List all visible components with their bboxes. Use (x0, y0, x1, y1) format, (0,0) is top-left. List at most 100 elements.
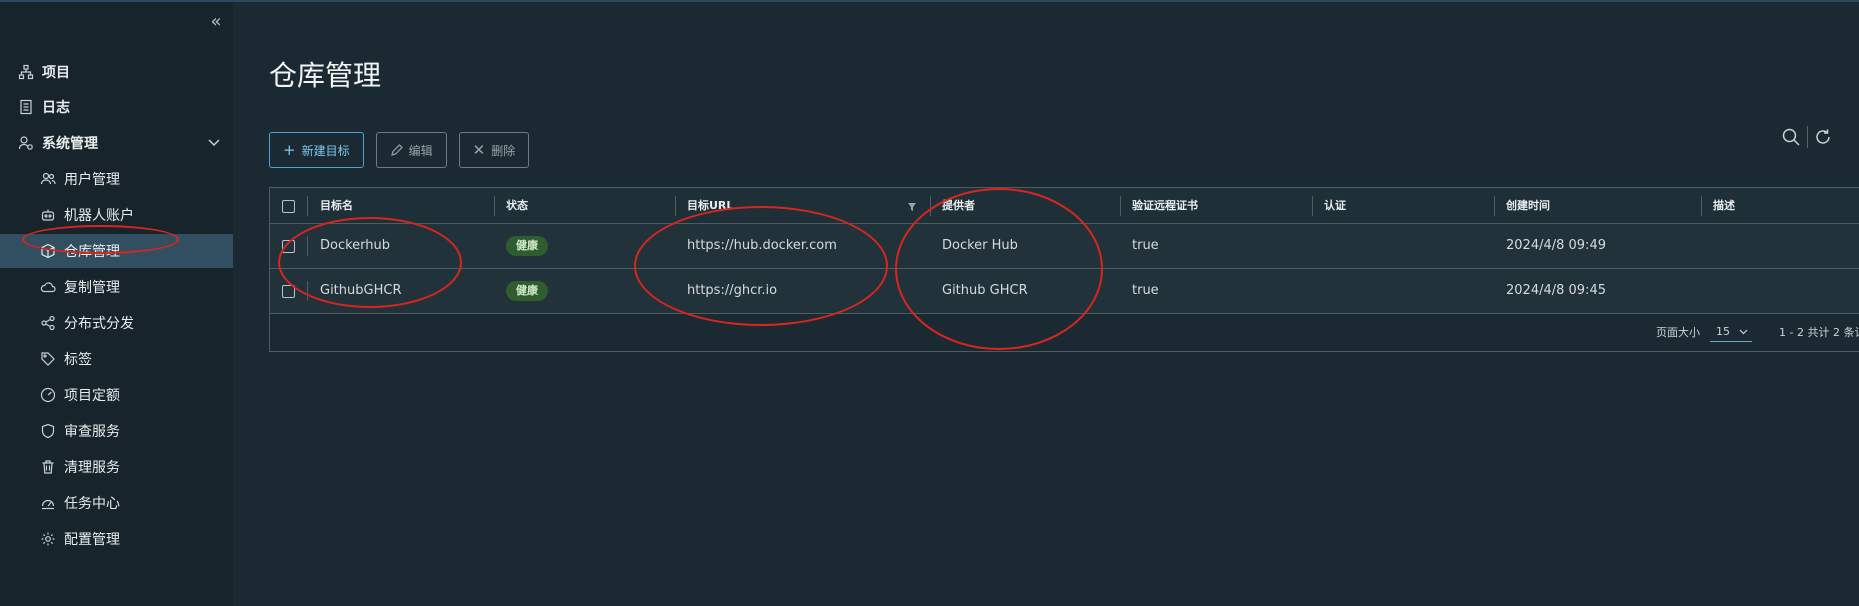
sidebar-item-users[interactable]: 用户管理 (0, 162, 233, 196)
sidebar-item-label: 复制管理 (64, 280, 120, 296)
sidebar-item-admin[interactable]: 系统管理 (0, 126, 233, 160)
sidebar-item-label: 用户管理 (64, 172, 120, 188)
cell-verify-cert: true (1132, 283, 1159, 298)
sidebar-item-projects[interactable]: 项目 (0, 55, 233, 89)
sidebar-item-label: 任务中心 (64, 496, 120, 512)
new-endpoint-button[interactable]: + 新建目标 (269, 132, 364, 168)
column-divider (494, 196, 495, 216)
cell-verify-cert: true (1132, 238, 1159, 253)
robot-icon (41, 209, 55, 221)
table-row[interactable]: GithubGHCR 健康 https://ghcr.io Github GHC… (270, 269, 1859, 314)
select-all-checkbox[interactable] (282, 200, 295, 213)
column-divider (930, 196, 931, 216)
chevron-down-icon (1739, 329, 1748, 335)
sidebar-item-distribution[interactable]: 分布式分发 (0, 306, 233, 340)
pagination-summary: 1 - 2 共计 2 条记录 (1779, 326, 1859, 339)
edit-label: 编辑 (408, 143, 433, 158)
sidebar-item-label: 审查服务 (64, 424, 120, 440)
column-header-auth[interactable]: 认证 (1324, 188, 1346, 224)
collapse-sidebar-icon[interactable]: « (206, 12, 226, 32)
close-icon: ✕ (472, 141, 486, 159)
sidebar-item-label: 配置管理 (64, 532, 120, 548)
table-row[interactable]: Dockerhub 健康 https://hub.docker.com Dock… (270, 224, 1859, 269)
quota-icon (40, 387, 56, 403)
sidebar-item-configuration[interactable]: 配置管理 (0, 522, 233, 556)
page-title: 仓库管理 (269, 59, 382, 92)
cell-provider: Docker Hub (942, 238, 1018, 253)
status-badge: 健康 (506, 236, 548, 256)
sidebar-item-logs[interactable]: 日志 (0, 90, 233, 124)
delete-button[interactable]: ✕ 删除 (458, 132, 530, 168)
sidebar-item-label: 机器人账户 (64, 208, 134, 224)
sidebar-item-label: 日志 (42, 100, 70, 116)
project-icon (18, 64, 34, 80)
cell-name: Dockerhub (320, 238, 391, 253)
new-endpoint-label: 新建目标 (301, 143, 350, 158)
sidebar-item-label: 清理服务 (64, 460, 120, 476)
sidebar-item-label: 仓库管理 (64, 244, 120, 260)
column-header-description[interactable]: 描述 (1713, 188, 1735, 224)
column-divider (1120, 196, 1121, 216)
column-divider (1312, 196, 1313, 216)
cell-created: 2024/4/8 09:45 (1506, 283, 1606, 298)
sidebar-item-label: 标签 (64, 352, 92, 368)
column-header-url[interactable]: 目标URL (687, 188, 733, 224)
column-divider (1494, 196, 1495, 216)
column-divider (307, 281, 308, 301)
column-header-verify-cert[interactable]: 验证远程证书 (1132, 188, 1198, 224)
search-icon[interactable] (1781, 127, 1801, 147)
page-size-select[interactable]: 15 (1710, 322, 1752, 342)
sidebar-item-cleanup[interactable]: 清理服务 (0, 450, 233, 484)
tag-icon (41, 352, 55, 366)
sidebar-item-scanners[interactable]: 审查服务 (0, 414, 233, 448)
sidebar-item-registries[interactable]: 仓库管理 (0, 234, 233, 268)
column-divider (1701, 196, 1702, 216)
registry-icon (41, 243, 55, 259)
column-divider (675, 196, 676, 216)
row-checkbox[interactable] (282, 240, 295, 253)
sidebar-item-replication[interactable]: 复制管理 (0, 270, 233, 304)
status-badge: 健康 (506, 281, 548, 301)
delete-label: 删除 (491, 143, 516, 158)
grid-actions (1781, 126, 1832, 148)
log-icon (20, 99, 32, 115)
column-header-provider[interactable]: 提供者 (942, 188, 975, 224)
refresh-icon[interactable] (1814, 128, 1832, 146)
sidebar-item-label: 分布式分发 (64, 316, 134, 332)
cell-url: https://hub.docker.com (687, 238, 837, 253)
top-accent-line (0, 0, 1859, 2)
pencil-icon (390, 144, 403, 156)
page-size-label: 页面大小 (1656, 326, 1700, 339)
sidebar-item-labels[interactable]: 标签 (0, 342, 233, 376)
shield-icon (41, 423, 55, 439)
sidebar-item-quotas[interactable]: 项目定额 (0, 378, 233, 412)
edit-button[interactable]: 编辑 (375, 132, 447, 168)
cell-url: https://ghcr.io (687, 283, 778, 298)
column-header-status[interactable]: 状态 (506, 188, 528, 224)
users-icon (40, 172, 56, 185)
page-size-value: 15 (1716, 325, 1730, 338)
cell-created: 2024/4/8 09:49 (1506, 238, 1606, 253)
column-header-name[interactable]: 目标名 (320, 188, 353, 224)
toolbar: + 新建目标 编辑 ✕ 删除 (269, 132, 530, 168)
row-checkbox[interactable] (282, 285, 295, 298)
sidebar-item-robots[interactable]: 机器人账户 (0, 198, 233, 232)
endpoints-table: 目标名 状态 目标URL 提供者 验证远程证书 认证 创建时间 描述 Docke… (269, 187, 1859, 352)
filter-icon[interactable] (907, 202, 917, 212)
column-divider (307, 236, 308, 256)
share-icon (41, 315, 55, 331)
dashboard-icon (41, 499, 55, 510)
chevron-down-icon[interactable] (207, 135, 221, 149)
sidebar-item-label: 项目 (42, 65, 70, 81)
table-footer: 页面大小 15 1 - 2 共计 2 条记录 (270, 314, 1859, 351)
cloud-icon (40, 282, 56, 293)
admin-icon (18, 136, 33, 150)
cell-provider: Github GHCR (942, 283, 1028, 298)
column-divider (307, 196, 308, 216)
column-header-created[interactable]: 创建时间 (1506, 188, 1550, 224)
trash-icon (42, 460, 54, 474)
sidebar-item-jobs[interactable]: 任务中心 (0, 486, 233, 520)
sidebar: « 项目 日志 系统管理 用户管理 机器人账户 仓库管理 复制管理 分布式分发 … (0, 2, 233, 606)
plus-icon: + (283, 141, 296, 159)
cell-name: GithubGHCR (320, 283, 402, 298)
